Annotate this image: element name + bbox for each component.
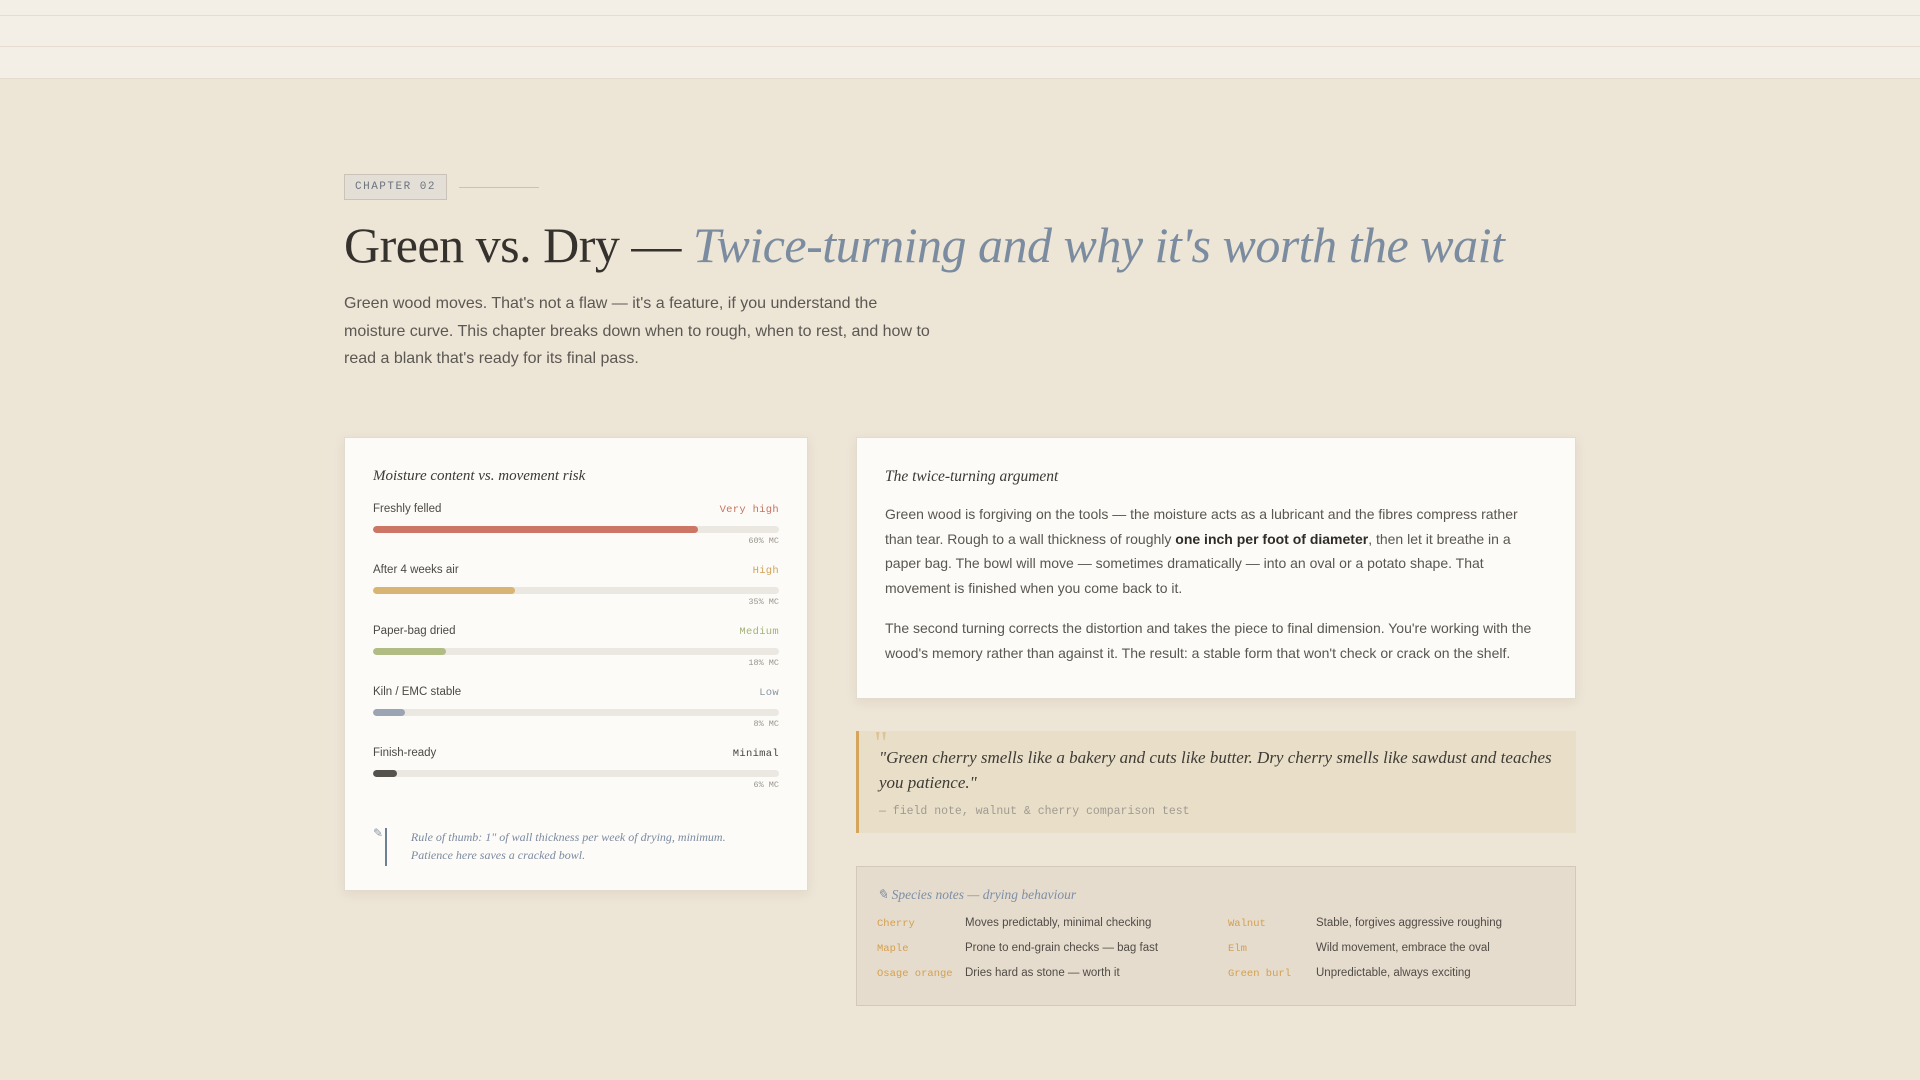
- species-note: Wild movement, embrace the oval: [1316, 942, 1490, 954]
- meter-label: Finish-ready: [373, 747, 437, 759]
- quote-mark-icon: ": [874, 725, 888, 762]
- argument-emphasis: one inch per foot of diameter: [1175, 530, 1369, 547]
- moisture-meter: Freshly felled Very high 60% MC: [373, 503, 779, 564]
- quote-source: — field note, walnut & cherry comparison…: [879, 805, 1190, 818]
- meter-fill: [373, 709, 406, 716]
- meter-label: Paper-bag dried: [373, 625, 456, 637]
- meter-label: After 4 weeks air: [373, 564, 459, 576]
- species-item: Elm Wild movement, embrace the oval: [1228, 942, 1559, 958]
- meter-mc-value: 6% MC: [753, 780, 779, 790]
- chapter-rule: [459, 186, 540, 188]
- meter-risk: Low: [759, 687, 779, 699]
- species-item: Green burl Unpredictable, always excitin…: [1228, 967, 1559, 983]
- argument-heading: The twice-turning argument: [885, 468, 1059, 485]
- species-name: Green burl: [1228, 968, 1292, 980]
- species-notes-heading: ✎ Species notes — drying behaviour: [877, 887, 1077, 902]
- meter-track: [373, 587, 779, 594]
- meter-mc-value: 8% MC: [753, 719, 779, 729]
- meter-fill: [373, 770, 398, 777]
- species-note: Unpredictable, always exciting: [1316, 967, 1471, 979]
- moisture-card: Moisture content vs. movement risk Fresh…: [344, 437, 808, 891]
- species-note: Moves predictably, minimal checking: [965, 917, 1152, 929]
- note-accent-bar: [384, 828, 387, 866]
- quote-text: "Green cherry smells like a bakery and c…: [879, 748, 1552, 792]
- species-item: Walnut Stable, forgives aggressive rough…: [1228, 917, 1559, 933]
- species-note: Stable, forgives aggressive roughing: [1316, 917, 1503, 929]
- species-name: Elm: [1228, 943, 1247, 955]
- field-note-quote: " "Green cherry smells like a bakery and…: [856, 727, 1576, 833]
- meter-label: Freshly felled: [373, 503, 442, 515]
- moisture-meter: Finish-ready Minimal 6% MC: [373, 747, 779, 808]
- meter-label: Kiln / EMC stable: [373, 686, 462, 698]
- rule-of-thumb-text: Rule of thumb: 1" of wall thickness per …: [410, 830, 726, 862]
- species-name: Maple: [877, 943, 909, 955]
- top-bar-divider: [0, 15, 1920, 16]
- page-title: Green vs. Dry — Twice-turning and why it…: [344, 216, 1505, 274]
- species-name: Osage orange: [877, 968, 953, 980]
- argument-card: The twice-turning argument Green wood is…: [856, 437, 1576, 699]
- meter-track: [373, 526, 779, 533]
- meter-risk: Medium: [739, 626, 779, 638]
- page-title-accent: Twice-turning and why it's worth the wai…: [692, 217, 1505, 273]
- meter-track: [373, 709, 779, 716]
- meter-fill: [373, 526, 698, 533]
- meter-risk: Very high: [719, 504, 779, 516]
- species-name: Cherry: [877, 918, 915, 930]
- argument-paragraph-2: The second turning corrects the distorti…: [885, 620, 1532, 661]
- chapter-intro: Green wood moves. That's not a flaw — it…: [344, 295, 930, 367]
- moisture-card-heading: Moisture content vs. movement risk: [373, 468, 586, 484]
- pencil-icon: ✎: [373, 826, 384, 840]
- moisture-meter: After 4 weeks air High 35% MC: [373, 564, 779, 625]
- meter-fill: [373, 587, 516, 594]
- moisture-meter: Kiln / EMC stable Low 8% MC: [373, 686, 779, 747]
- species-notes-panel: ✎ Species notes — drying behaviour Cherr…: [856, 866, 1576, 1006]
- moisture-meter: Paper-bag dried Medium 18% MC: [373, 625, 779, 686]
- meter-track: [373, 648, 779, 655]
- top-bar: [0, 0, 1920, 79]
- argument-paragraph-1: Green wood is forgiving on the tools — t…: [885, 502, 1547, 600]
- chapter-tag: CHAPTER 02: [344, 174, 448, 200]
- species-item: Osage orange Dries hard as stone — worth…: [877, 967, 1228, 983]
- species-note: Prone to end-grain checks — bag fast: [965, 942, 1159, 954]
- meter-track: [373, 770, 779, 777]
- species-item: Maple Prone to end-grain checks — bag fa…: [877, 942, 1228, 958]
- top-bar-divider: [0, 46, 1920, 47]
- meter-mc-value: 60% MC: [748, 536, 779, 546]
- species-name: Walnut: [1228, 918, 1266, 930]
- page-title-main: Green vs. Dry —: [344, 217, 693, 273]
- meter-risk: High: [752, 565, 779, 577]
- meter-fill: [373, 648, 447, 655]
- species-grid: Cherry Moves predictably, minimal checki…: [877, 917, 1555, 983]
- chapter-label-row: CHAPTER 02: [344, 174, 540, 200]
- meter-mc-value: 18% MC: [748, 658, 779, 668]
- meter-mc-value: 35% MC: [748, 597, 779, 607]
- rule-of-thumb-note: ✎ Rule of thumb: 1" of wall thickness pe…: [373, 826, 769, 866]
- species-note: Dries hard as stone — worth it: [965, 967, 1120, 979]
- moisture-meter-list: Freshly felled Very high 60% MC After 4 …: [373, 503, 779, 808]
- species-item: Cherry Moves predictably, minimal checki…: [877, 917, 1228, 933]
- meter-risk: Minimal: [732, 748, 779, 760]
